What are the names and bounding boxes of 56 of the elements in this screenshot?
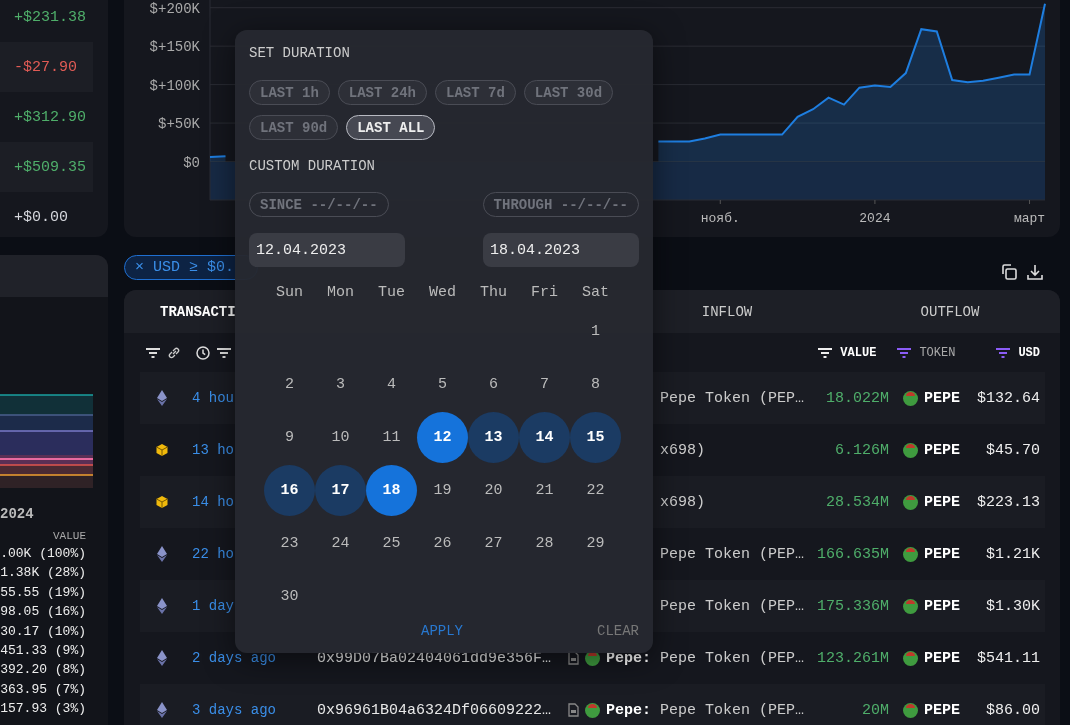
- value-cell: 175.336M: [817, 597, 889, 615]
- weekday-label: Fri: [531, 283, 558, 301]
- value-cell: 166.635M: [817, 545, 889, 563]
- weekday-label: Sun: [276, 283, 303, 301]
- holding-value: 30.17 (10%): [0, 622, 86, 641]
- value-cell: 20M: [862, 701, 889, 719]
- weekday-label: Thu: [480, 283, 507, 301]
- column-group-header: INFLOW: [700, 303, 754, 320]
- usd-cell: $132.64: [977, 389, 1040, 407]
- usd-cell: $1.21K: [986, 545, 1040, 563]
- axis-label: 2024: [0, 506, 34, 522]
- token-symbol: PEPE: [924, 493, 960, 511]
- holding-value: .00K (100%): [0, 545, 86, 563]
- holding-value: 451.33 (9%): [0, 642, 86, 661]
- holding-value: 55.55 (19%): [0, 583, 86, 602]
- y-axis-label: $+200K: [149, 0, 200, 17]
- x-axis-label: 2024: [859, 211, 891, 226]
- value-cell: 18.022M: [826, 389, 889, 407]
- weekday-label: Wed: [429, 283, 456, 301]
- y-axis-label: $0: [183, 154, 200, 171]
- value-cell: 6.126M: [835, 441, 889, 459]
- holding-value: 363.95 (7%): [0, 680, 86, 699]
- balance-change: +$509.35: [14, 158, 86, 176]
- usd-cell: $223.13: [977, 493, 1040, 511]
- token-symbol: PEPE: [924, 649, 960, 667]
- holding-value: 98.05 (16%): [0, 603, 86, 622]
- section-title: SET DURATION: [249, 44, 351, 62]
- usd-cell: $541.11: [977, 649, 1040, 667]
- balance-change: +$231.38: [14, 8, 86, 26]
- value-cell: 123.261M: [817, 649, 889, 667]
- token-symbol: PEPE: [924, 441, 960, 459]
- y-axis-label: $+100K: [149, 77, 200, 94]
- balance-change: +$312.90: [14, 108, 86, 126]
- token-symbol: PEPE: [924, 597, 960, 615]
- weekday-label: Tue: [378, 283, 405, 301]
- holding-value: 392.20 (8%): [0, 661, 86, 680]
- usd-cell: $1.30K: [986, 597, 1040, 615]
- x-axis-label: нояб.: [700, 211, 740, 226]
- y-axis-label: $+50K: [158, 116, 200, 133]
- column-group-header: OUTFLOW: [919, 303, 981, 320]
- holding-value: 157.93 (3%): [0, 700, 86, 719]
- token-symbol: PEPE: [924, 389, 960, 407]
- usd-cell: $86.00: [986, 701, 1040, 719]
- balance-change: +$0.00: [14, 208, 68, 226]
- token-symbol: PEPE: [924, 545, 960, 563]
- weekday-label: Sat: [582, 283, 609, 301]
- weekday-label: Mon: [327, 283, 354, 301]
- x-axis-label: март: [1013, 211, 1046, 226]
- usd-cell: $45.70: [986, 441, 1040, 459]
- balance-change: -$27.90: [14, 58, 77, 76]
- value-cell: 28.534M: [826, 493, 889, 511]
- column-header: VALUE: [53, 530, 86, 542]
- section-title: CUSTOM DURATION: [249, 157, 377, 175]
- token-symbol: PEPE: [924, 701, 960, 719]
- holding-value: 1.38K (28%): [0, 564, 86, 583]
- y-axis-label: $+150K: [149, 39, 200, 56]
